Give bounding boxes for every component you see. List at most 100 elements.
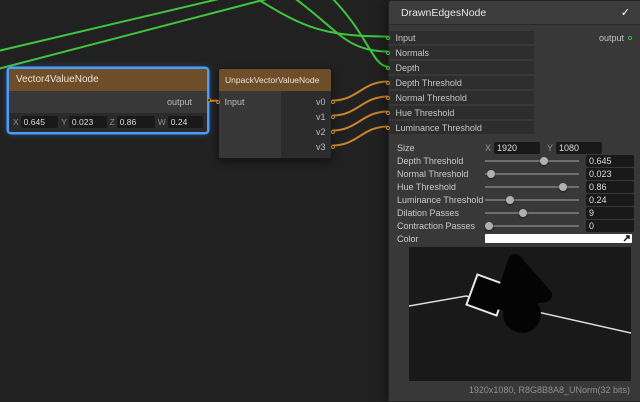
v0-port-icon[interactable] — [331, 100, 335, 104]
unpack-vector-value-node[interactable]: UnpackVectorValueNode Input v0 v1 v2 — [218, 68, 332, 159]
input-ports-area: Input — [219, 91, 281, 158]
field-z-label: Z — [110, 117, 115, 127]
prop-label: Depth Threshold — [397, 156, 485, 166]
hue-threshold-slider[interactable] — [485, 180, 579, 193]
edge-orange[interactable] — [332, 97, 388, 116]
field-w-input[interactable]: 0.24 — [168, 116, 203, 128]
hue-threshold-port-icon[interactable] — [386, 111, 390, 115]
output-port-label: output — [167, 97, 192, 107]
v1-port-icon[interactable] — [331, 115, 335, 119]
prop-row-contraction-passes: Contraction Passes 0 — [397, 219, 634, 232]
output-ports-area: v0 v1 v2 v3 — [281, 91, 331, 158]
edge-green[interactable] — [326, 0, 388, 67]
output-port-row: output — [599, 31, 632, 44]
input-port-icon[interactable] — [386, 36, 390, 40]
prop-label: Luminance Threshold — [397, 195, 485, 205]
panel-properties: Size X 1920 Y 1080 Depth Threshold 0.645… — [397, 141, 634, 245]
contraction-passes-input[interactable]: 0 — [586, 220, 634, 232]
node-title[interactable]: UnpackVectorValueNode — [219, 69, 331, 91]
color-label: Color — [397, 234, 485, 244]
prop-label: Normal Threshold — [397, 169, 485, 179]
drawn-edges-node-panel[interactable]: DrawnEdgesNode ✓ Input Normals Depth Dep… — [388, 0, 640, 402]
panel-title-row[interactable]: DrawnEdgesNode ✓ — [389, 1, 640, 25]
port-row-v1: v1 — [281, 109, 331, 124]
v0-port-label: v0 — [316, 97, 326, 107]
port-row-input: Input — [219, 94, 281, 109]
port-row-luminance-threshold: Luminance Threshold — [389, 121, 534, 134]
hue-threshold-input[interactable]: 0.86 — [586, 181, 634, 193]
output-port-icon[interactable] — [628, 36, 632, 40]
v2-port-label: v2 — [316, 127, 326, 137]
edge-green[interactable] — [286, 0, 388, 52]
port-row-v3: v3 — [281, 139, 331, 154]
luminance-threshold-input[interactable]: 0.24 — [586, 194, 634, 206]
slider-track — [485, 199, 579, 201]
edge-orange[interactable] — [332, 127, 388, 146]
depth-threshold-port-icon[interactable] — [386, 81, 390, 85]
port-row-v2: v2 — [281, 124, 331, 139]
size-y-label: Y — [547, 143, 553, 153]
vector4-value-node[interactable]: Vector4ValueNode output X 0.645 Y 0.023 … — [8, 68, 208, 133]
input-port-icon[interactable] — [216, 100, 220, 104]
size-y-input[interactable]: 1080 — [556, 142, 602, 154]
slider-track — [485, 225, 579, 227]
node-graph-canvas[interactable]: Vector4ValueNode output X 0.645 Y 0.023 … — [0, 0, 640, 402]
prop-label: Hue Threshold — [397, 182, 485, 192]
luminance-threshold-port-icon[interactable] — [386, 126, 390, 130]
size-x-input[interactable]: 1920 — [494, 142, 540, 154]
field-x-input[interactable]: 0.645 — [21, 116, 59, 128]
slider-handle[interactable] — [485, 222, 493, 230]
output-port-label: output — [599, 33, 624, 43]
slider-handle[interactable] — [506, 196, 514, 204]
field-y-input[interactable]: 0.023 — [69, 116, 107, 128]
v2-port-icon[interactable] — [331, 130, 335, 134]
vector4-fields: X 0.645 Y 0.023 Z 0.86 W 0.24 — [9, 113, 207, 132]
prop-label: Contraction Passes — [397, 221, 485, 231]
slider-handle[interactable] — [540, 157, 548, 165]
node-title[interactable]: Vector4ValueNode — [9, 69, 207, 91]
slider-handle[interactable] — [487, 170, 495, 178]
normal-threshold-port-icon[interactable] — [386, 96, 390, 100]
enabled-checkbox[interactable]: ✓ — [621, 6, 630, 19]
port-label: Depth — [396, 63, 420, 73]
prop-row-hue-threshold: Hue Threshold 0.86 — [397, 180, 634, 193]
depth-threshold-input[interactable]: 0.645 — [586, 155, 634, 167]
port-row-depth: Depth — [389, 61, 534, 74]
slider-handle[interactable] — [519, 209, 527, 217]
field-x: X 0.645 — [13, 116, 58, 128]
prop-row-size: Size X 1920 Y 1080 — [397, 141, 634, 154]
edge-green[interactable] — [0, 0, 286, 70]
normal-threshold-input[interactable]: 0.023 — [586, 168, 634, 180]
dilation-passes-input[interactable]: 9 — [586, 207, 634, 219]
luminance-threshold-slider[interactable] — [485, 193, 579, 206]
dilation-passes-slider[interactable] — [485, 206, 579, 219]
panel-ports-area: Input Normals Depth Depth Threshold Norm… — [389, 31, 640, 141]
normals-port-icon[interactable] — [386, 51, 390, 55]
contraction-passes-slider[interactable] — [485, 219, 579, 232]
output-port-row: output — [9, 91, 207, 113]
field-w-label: W — [158, 117, 166, 127]
depth-port-icon[interactable] — [386, 66, 390, 70]
color-swatch[interactable] — [485, 234, 632, 243]
panel-title: DrawnEdgesNode — [401, 7, 486, 19]
v3-port-icon[interactable] — [331, 145, 335, 149]
slider-track — [485, 173, 579, 175]
edge-green[interactable] — [0, 0, 240, 52]
size-label: Size — [397, 143, 485, 153]
port-row-v0: v0 — [281, 94, 331, 109]
edge-green[interactable] — [246, 0, 388, 37]
edge-orange[interactable] — [332, 112, 388, 131]
edge-orange[interactable] — [332, 82, 388, 101]
prop-row-normal-threshold: Normal Threshold 0.023 — [397, 167, 634, 180]
field-z-input[interactable]: 0.86 — [117, 116, 155, 128]
port-row-depth-threshold: Depth Threshold — [389, 76, 534, 89]
v3-port-label: v3 — [316, 142, 326, 152]
v1-port-label: v1 — [316, 112, 326, 122]
port-label: Depth Threshold — [396, 78, 462, 88]
slider-handle[interactable] — [559, 183, 567, 191]
prop-row-color: Color — [397, 232, 634, 245]
normal-threshold-slider[interactable] — [485, 167, 579, 180]
output-port-icon[interactable] — [207, 98, 211, 102]
field-y-label: Y — [61, 117, 67, 127]
depth-threshold-slider[interactable] — [485, 154, 579, 167]
